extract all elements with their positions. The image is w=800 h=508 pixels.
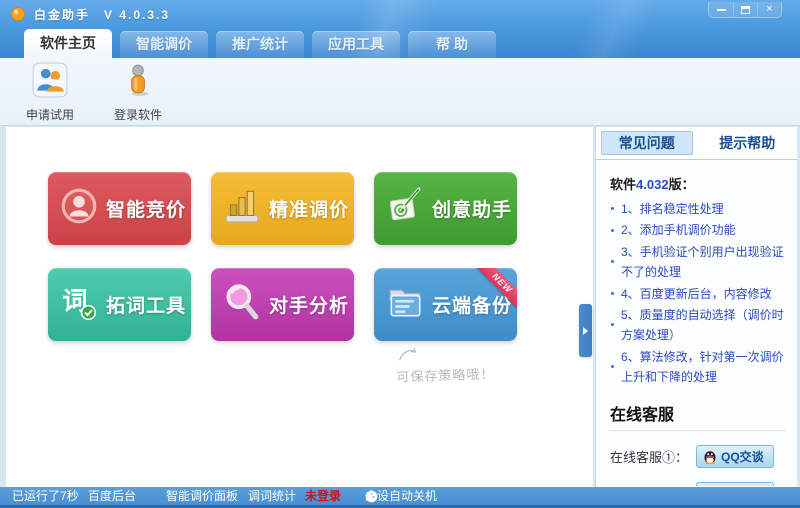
service-label: 在线客服①： (610, 449, 689, 465)
magnifier-icon (221, 281, 263, 328)
login-software-label: 登录软件 (113, 108, 162, 122)
window-header: 白金助手 V 4.0.3.3 × 软件主页 智能调价 推广统计 应用工具 帮 助 (0, 0, 800, 58)
minimize-icon (716, 8, 726, 11)
tile-label: 智能竞价 (106, 200, 187, 221)
qq-chat-label: QQ交谈 (721, 485, 764, 486)
statusbar: 已运行了7秒 百度后台 智能调价面板 调词统计 未登录 未设自动关机 (0, 487, 800, 505)
tile-precise-pricing[interactable]: 精准调价 (211, 172, 354, 245)
help-sidebar: 常见问题 提示帮助 软件4.032版： 1、排名稳定性处理 2、添加手机调价功能… (595, 127, 797, 487)
minimize-button[interactable] (709, 2, 733, 17)
login-person-icon (120, 62, 156, 103)
app-logo-icon (10, 6, 26, 22)
doodle-arrow-icon (399, 347, 417, 361)
main-panel: 智能竞价 精准调价 创意助手 词 拓词工具 对手分析 云端备份 NEW 可保存策… (6, 127, 593, 487)
cloud-folder-icon (384, 281, 426, 328)
faq-item[interactable]: 5、质量度的自动选择（调价时方案处理） (610, 305, 785, 346)
tab-help[interactable]: 帮 助 (408, 31, 496, 58)
qq-penguin-icon (703, 485, 717, 486)
maximize-button[interactable] (733, 2, 757, 17)
tile-label: 创意助手 (432, 200, 513, 221)
app-window: 白金助手 V 4.0.3.3 × 软件主页 智能调价 推广统计 应用工具 帮 助 (0, 0, 800, 508)
sidebar-body: 软件4.032版： 1、排名稳定性处理 2、添加手机调价功能 3、手机验证个别用… (596, 160, 797, 486)
tile-word-expansion[interactable]: 词 拓词工具 (48, 268, 191, 341)
toolbar: 申请试用 登录软件 (0, 58, 800, 126)
sidebar-collapse-handle[interactable] (579, 304, 592, 357)
service-row-2: 在线客服②： QQ交谈 (610, 481, 785, 486)
tile-cloud-backup[interactable]: 云端备份 NEW (374, 268, 517, 341)
faq-item[interactable]: 6、算法修改，针对第一次调价上升和下降的处理 (610, 347, 785, 388)
sidebar-tabbar: 常见问题 提示帮助 (596, 127, 797, 160)
faq-list: 1、排名稳定性处理 2、添加手机调价功能 3、手机验证个别用户出现验证不了的处理… (610, 199, 785, 388)
tab-app-tools[interactable]: 应用工具 (312, 31, 400, 58)
qq-chat-button-2[interactable]: QQ交谈 (696, 481, 774, 486)
window-title: 白金助手 V 4.0.3.3 (34, 7, 171, 22)
content-area: 智能竞价 精准调价 创意助手 词 拓词工具 对手分析 云端备份 NEW 可保存策… (0, 127, 800, 487)
close-button[interactable]: × (757, 2, 781, 17)
auto-shutdown-status[interactable]: 未设自动关机 (365, 487, 437, 505)
tile-creative-assistant[interactable]: 创意助手 (374, 172, 517, 245)
tab-promo-stats[interactable]: 推广统计 (216, 31, 304, 58)
trial-people-icon (32, 62, 68, 103)
qq-chat-label: QQ交谈 (721, 449, 764, 464)
tile-competitor-analysis[interactable]: 对手分析 (211, 268, 354, 341)
titlebar[interactable]: 白金助手 V 4.0.3.3 × (0, 0, 800, 28)
sidebar-tab-faq[interactable]: 常见问题 (601, 131, 693, 155)
tile-label: 云端备份 (432, 296, 513, 317)
maximize-icon (741, 5, 750, 14)
version-header: 软件4.032版： (610, 177, 695, 192)
faq-item[interactable]: 2、添加手机调价功能 (610, 220, 785, 240)
tab-smart-pricing[interactable]: 智能调价 (120, 31, 208, 58)
word-stats-link[interactable]: 调词统计 (248, 487, 296, 505)
note-text: 可保存策略哦！ (396, 366, 495, 385)
faq-item[interactable]: 3、手机验证个别用户出现验证不了的处理 (610, 242, 785, 283)
tile-smart-bidding[interactable]: 智能竞价 (48, 172, 191, 245)
qq-penguin-icon (704, 451, 716, 465)
service-row-1: 在线客服①： QQ交谈 (610, 444, 785, 468)
bar-chart-icon (221, 185, 263, 232)
login-software-button[interactable]: 登录软件 (100, 60, 176, 123)
qq-chat-button-1[interactable]: QQ交谈 (696, 444, 774, 468)
tile-label: 拓词工具 (106, 296, 187, 317)
login-status[interactable]: 未登录 (305, 487, 341, 505)
smart-pricing-panel-link[interactable]: 智能调价面板 (166, 487, 238, 505)
apply-trial-label: 申请试用 (25, 108, 74, 122)
apply-trial-button[interactable]: 申请试用 (12, 60, 88, 123)
baidu-backend-link[interactable]: 百度后台 (88, 487, 136, 505)
tab-software-home[interactable]: 软件主页 (24, 29, 112, 58)
person-circle-icon (58, 185, 100, 232)
faq-item[interactable]: 4、百度更新后台，内容修改 (610, 284, 785, 304)
word-check-icon: 词 (58, 281, 100, 328)
tile-label: 对手分析 (269, 296, 350, 317)
service-label: 在线客服②： (610, 484, 696, 486)
tile-label: 精准调价 (269, 200, 350, 221)
window-controls: × (708, 2, 782, 18)
sidebar-tab-tips[interactable]: 提示帮助 (703, 131, 793, 155)
online-service-header: 在线客服 (610, 401, 785, 431)
faq-item[interactable]: 1、排名稳定性处理 (610, 199, 785, 219)
chevron-right-icon (583, 326, 588, 335)
runtime-status: 已运行了7秒 (12, 489, 79, 503)
cloud-backup-note: 可保存策略哦！ (395, 343, 495, 385)
main-tabbar: 软件主页 智能调价 推广统计 应用工具 帮 助 (24, 29, 496, 58)
auto-shutdown-label: 未设自动关机 (365, 489, 438, 503)
feature-tile-grid: 智能竞价 精准调价 创意助手 词 拓词工具 对手分析 云端备份 NEW (48, 172, 517, 341)
pen-paper-icon (384, 185, 426, 232)
